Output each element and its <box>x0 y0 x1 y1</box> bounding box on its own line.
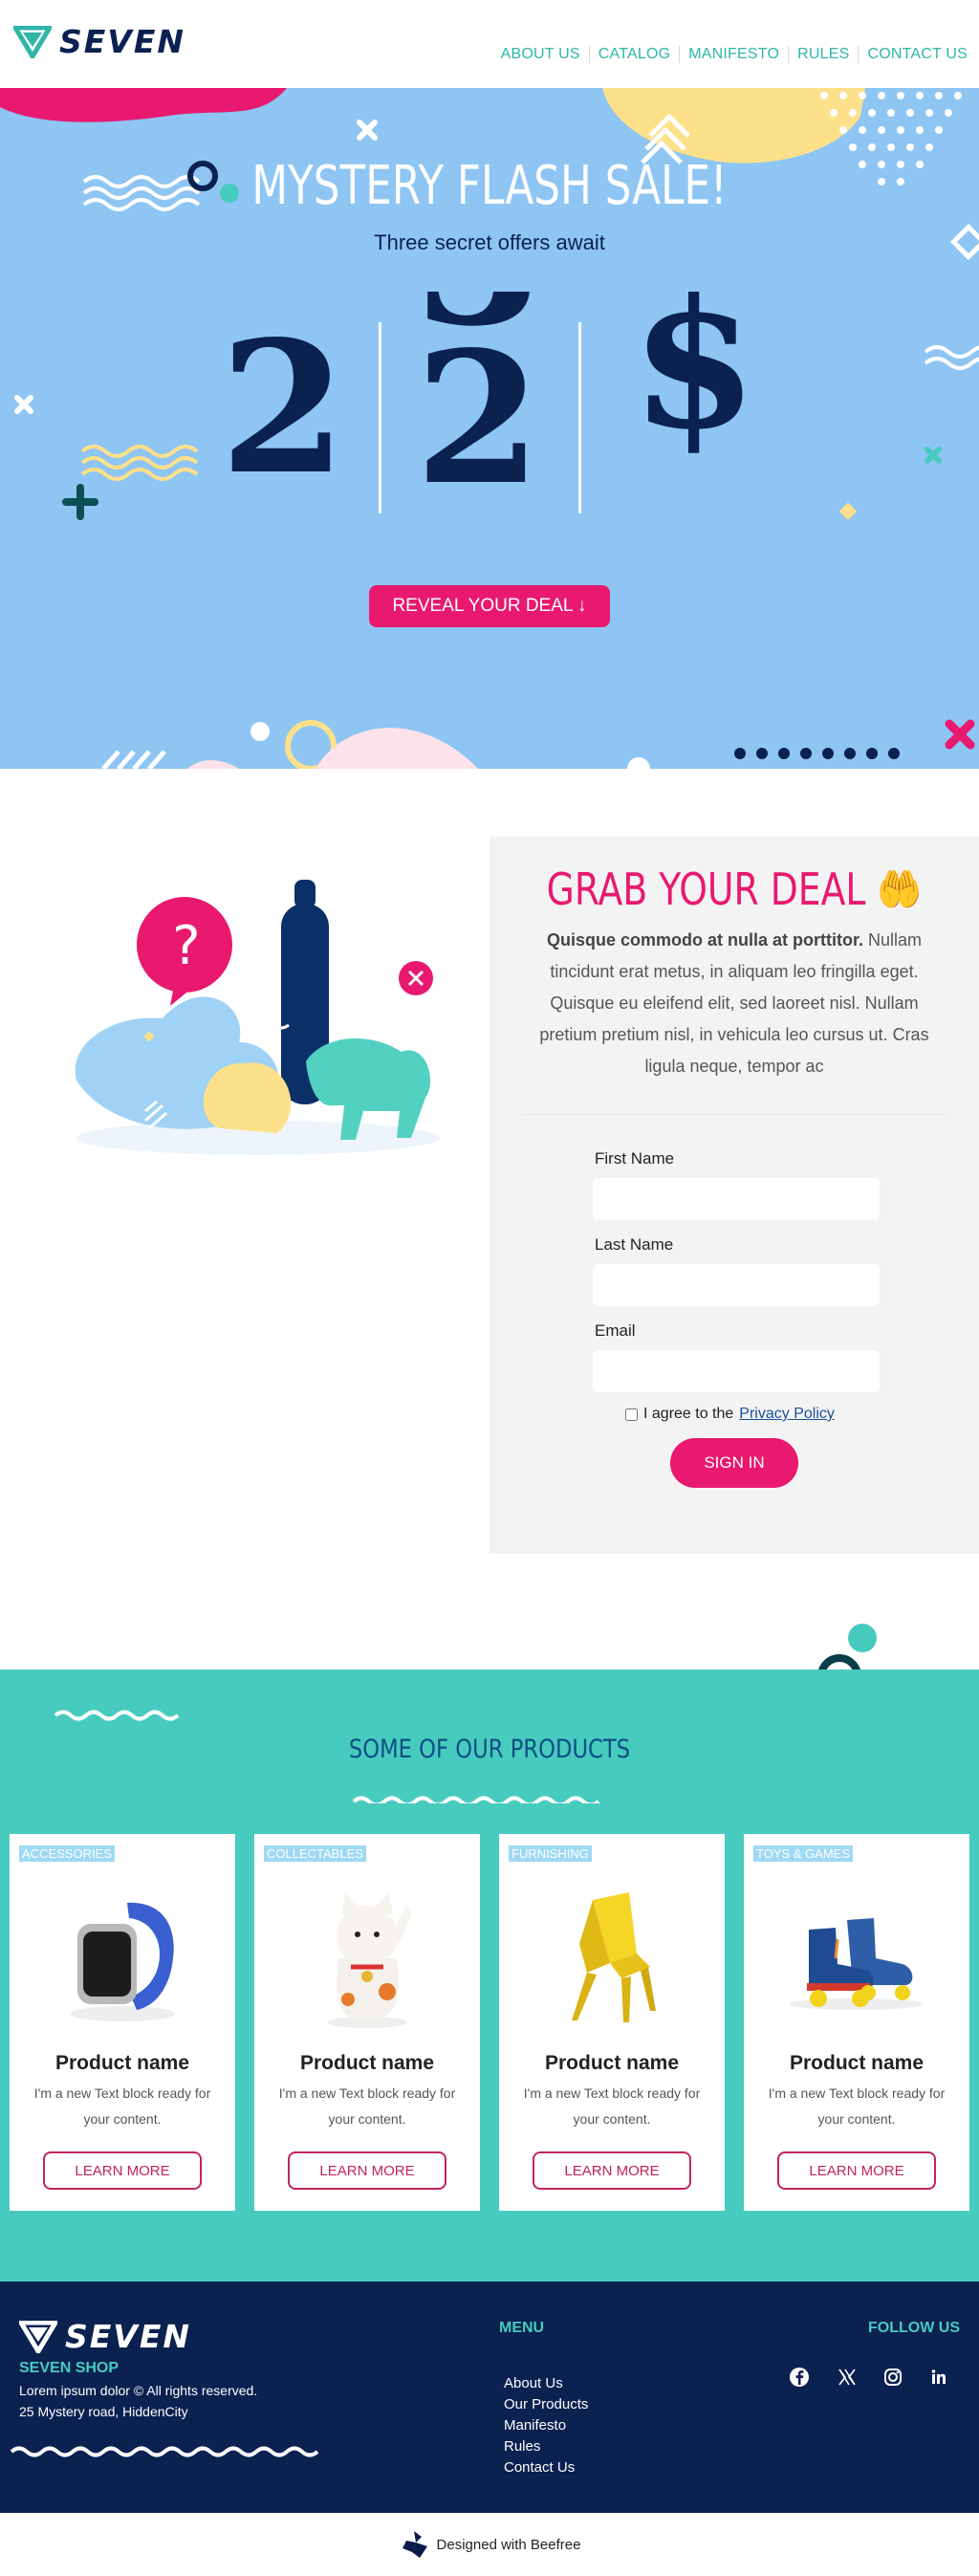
privacy-policy-link[interactable]: Privacy Policy <box>739 1406 835 1423</box>
footer-link-contact-us[interactable]: Contact Us <box>504 2459 575 2476</box>
mystery-illustration: ? <box>57 861 459 1167</box>
category-tag: ACCESSORIES <box>19 1845 115 1862</box>
site-header: SEVEN ABOUT US CATALOG MANIFESTO RULES C… <box>0 0 979 88</box>
footer-link-about-us[interactable]: About Us <box>504 2375 563 2391</box>
digit-divider <box>578 322 581 513</box>
copyright-text: Lorem ipsum dolor © All rights reserved. <box>19 2383 258 2398</box>
deal-title: GRAB YOUR DEAL 🤲 <box>546 863 923 915</box>
designed-with-beefree-badge[interactable]: Designed with Beefree <box>0 2513 979 2576</box>
category-tag: COLLECTABLES <box>264 1845 366 1862</box>
product-name: Product name <box>54 2052 190 2074</box>
deal-signup-panel: GRAB YOUR DEAL 🤲 Quisque commodo at null… <box>490 837 979 1554</box>
category-tag: FURNISHING <box>509 1845 592 1862</box>
shop-name: SEVEN SHOP <box>19 2360 120 2376</box>
footer-wave <box>10 2446 319 2457</box>
first-name-label: First Name <box>595 1149 675 1168</box>
deal-lead-text: Quisque commodo at nulla at porttitor. <box>546 930 863 950</box>
products-section: SOME OF OUR PRODUCTS ACCESSORIES Product… <box>0 1670 979 2281</box>
product-card: TOYS & GAMES Product name I'm a new Text… <box>744 1834 969 2211</box>
learn-more-button[interactable]: LEARN MORE <box>43 2151 202 2190</box>
hero-title: MYSTERY FLASH SALE! <box>251 155 728 217</box>
instagram-icon[interactable] <box>880 2364 906 2390</box>
nav-about-us[interactable]: ABOUT US <box>492 46 590 63</box>
footer-link-our-products[interactable]: Our Products <box>504 2396 588 2412</box>
email-label: Email <box>595 1321 636 1340</box>
lucky-cat-image <box>254 1882 480 2035</box>
mystery-digit-2-window: 3 2 <box>406 292 559 531</box>
svg-text:?: ? <box>172 915 201 977</box>
deal-description: Quisque commodo at nulla at porttitor. N… <box>533 925 936 1082</box>
product-name: Product name <box>544 2052 680 2074</box>
follow-us-title: FOLLOW US <box>868 2320 960 2336</box>
footer-link-manifesto[interactable]: Manifesto <box>504 2417 566 2434</box>
footer-brand-name: SEVEN <box>65 2318 192 2355</box>
mystery-digit-2: 2 <box>415 312 542 525</box>
facebook-icon[interactable] <box>786 2364 813 2390</box>
section-divider <box>524 1114 945 1115</box>
sign-in-button[interactable]: SIGN IN <box>670 1438 798 1488</box>
mystery-digit-1: 2 <box>220 301 347 514</box>
email-field[interactable] <box>593 1350 880 1392</box>
product-name: Product name <box>789 2052 925 2074</box>
product-description: I'm a new Text block ready for your cont… <box>523 2085 701 2127</box>
main-nav: ABOUT US CATALOG MANIFESTO RULES CONTACT… <box>492 46 968 63</box>
privacy-agreement: I agree to the Privacy Policy <box>625 1406 835 1423</box>
mystery-digit-3: $ <box>631 292 758 469</box>
product-card: COLLECTABLES Product name I'm a new Text… <box>254 1834 480 2211</box>
deal-body-text: Nullam tincidunt erat metus, in aliquam … <box>539 930 929 1076</box>
brand-logo[interactable]: SEVEN <box>13 23 185 60</box>
product-description: I'm a new Text block ready for your cont… <box>33 2085 211 2127</box>
mystery-digit-3-window: $ <box>621 292 784 531</box>
agree-text: I agree to the <box>643 1406 734 1422</box>
roller-skates-image <box>744 1882 969 2035</box>
learn-more-button[interactable]: LEARN MORE <box>288 2151 446 2190</box>
nav-contact-us[interactable]: CONTACT US <box>859 46 968 63</box>
nav-rules[interactable]: RULES <box>789 46 859 63</box>
footer-menu-title: MENU <box>499 2320 545 2336</box>
product-description: I'm a new Text block ready for your cont… <box>278 2085 456 2127</box>
category-tag: TOYS & GAMES <box>753 1845 854 1862</box>
site-footer: SEVEN SEVEN SHOP Lorem ipsum dolor © All… <box>0 2281 979 2513</box>
nav-manifesto[interactable]: MANIFESTO <box>680 46 790 63</box>
seven-logo-icon <box>13 25 52 58</box>
learn-more-button[interactable]: LEARN MORE <box>533 2151 691 2190</box>
digit-divider <box>379 322 381 513</box>
product-card: FURNISHING Product name I'm a new Text b… <box>499 1834 725 2211</box>
agree-checkbox[interactable] <box>625 1408 638 1421</box>
linkedin-icon[interactable] <box>925 2364 952 2390</box>
chair-image <box>499 1882 725 2035</box>
hero-banner: MYSTERY FLASH SALE! Three secret offers … <box>0 88 979 769</box>
last-name-field[interactable] <box>593 1264 880 1306</box>
address-text: 25 Mystery road, HiddenCity <box>19 2404 188 2419</box>
smartwatch-image <box>10 1882 235 2035</box>
first-name-field[interactable] <box>593 1178 880 1220</box>
x-icon[interactable] <box>834 2364 860 2390</box>
product-description: I'm a new Text block ready for your cont… <box>768 2085 946 2127</box>
last-name-label: Last Name <box>595 1235 674 1254</box>
credit-text: Designed with Beefree <box>436 2536 581 2553</box>
footer-link-rules[interactable]: Rules <box>504 2438 540 2455</box>
hero-subtitle: Three secret offers await <box>374 230 605 254</box>
products-title: SOME OF OUR PRODUCTS <box>348 1735 631 1764</box>
brand-name: SEVEN <box>59 23 186 60</box>
seven-logo-icon <box>19 2320 57 2353</box>
learn-more-button[interactable]: LEARN MORE <box>777 2151 936 2190</box>
product-name: Product name <box>299 2052 435 2074</box>
nav-catalog[interactable]: CATALOG <box>590 46 681 63</box>
beefree-logo-icon <box>402 2531 427 2558</box>
product-card: ACCESSORIES Product name I'm a new Text … <box>10 1834 235 2211</box>
footer-brand-logo[interactable]: SEVEN <box>19 2318 191 2355</box>
reveal-deal-button[interactable]: REVEAL YOUR DEAL ↓ <box>369 585 610 627</box>
